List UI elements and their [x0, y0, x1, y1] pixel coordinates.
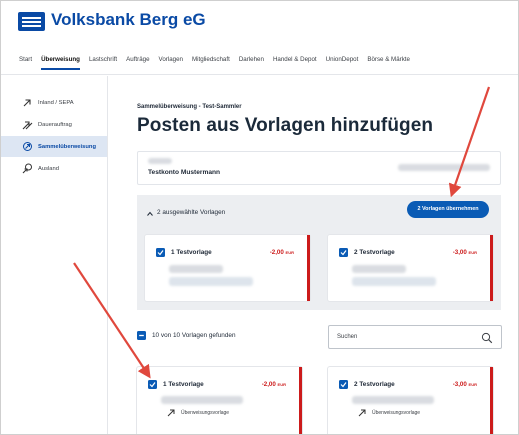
sidebar-item-label: Ausland [38, 165, 59, 172]
sidebar-item-label: Inland / SEPA [38, 99, 74, 106]
arrow-up-right-icon [358, 409, 366, 417]
card-detail-redacted [352, 277, 436, 286]
card-checkbox[interactable] [156, 248, 165, 257]
breadcrumb: Sammelüberweisung - Test-Sammler [137, 104, 242, 110]
sidebar: Inland / SEPA Dauerauftrag Sammelüberwei… [1, 76, 108, 434]
apply-templates-button[interactable]: 2 Vorlagen übernehmen [407, 201, 489, 218]
card-detail-redacted [169, 277, 253, 286]
main-nav: Start Überweisung Lastschrift Aufträge V… [19, 56, 419, 70]
card-title: 2 Testvorlage [354, 249, 395, 256]
card-title: 2 Testvorlage [354, 381, 395, 388]
card-checkbox[interactable] [339, 248, 348, 257]
collective-transfer-icon [21, 141, 33, 153]
nav-handel-depot[interactable]: Handel & Depot [273, 56, 317, 68]
card-checkbox[interactable] [339, 380, 348, 389]
selected-count-label: 2 ausgewählte Vorlagen [157, 209, 226, 216]
selected-card[interactable]: 1 Testvorlage -2,00 EUR [145, 235, 310, 301]
card-recipient-redacted [352, 396, 434, 404]
account-name: Testkonto Mustermann [148, 169, 221, 176]
card-title: 1 Testvorlage [163, 381, 204, 388]
card-title: 1 Testvorlage [171, 249, 212, 256]
card-type: Überweisungsvorlage [358, 409, 420, 417]
nav-darlehen[interactable]: Darlehen [239, 56, 264, 68]
account-iban-redacted [398, 164, 490, 171]
found-count-label: 10 von 10 Vorlagen gefunden [152, 332, 236, 339]
card-amount: -3,00 EUR [452, 249, 477, 256]
sidebar-item-ausland[interactable]: Ausland [1, 158, 107, 179]
selected-templates-panel: 2 ausgewählte Vorlagen 2 Vorlagen überne… [137, 195, 501, 310]
search-icon[interactable] [481, 331, 493, 349]
globe-transfer-icon [21, 163, 33, 175]
chevron-up-icon [147, 211, 153, 217]
sidebar-item-label: Sammelüberweisung [38, 143, 96, 150]
arrow-up-right-icon [21, 97, 33, 109]
arrow-up-right-icon [167, 409, 175, 417]
selected-toggle[interactable]: 2 ausgewählte Vorlagen [147, 209, 225, 216]
account-selector[interactable]: Testkonto Mustermann [137, 151, 501, 185]
card-type: Überweisungsvorlage [167, 409, 229, 417]
nav-boerse-maerkte[interactable]: Börse & Märkte [367, 56, 410, 68]
bank-logo[interactable] [18, 12, 45, 31]
card-recipient-redacted [352, 265, 406, 273]
nav-lastschrift[interactable]: Lastschrift [89, 56, 117, 68]
select-all-checkbox[interactable] [137, 331, 146, 340]
card-amount: -2,00 EUR [261, 381, 286, 388]
sidebar-item-dauerauftrag[interactable]: Dauerauftrag [1, 114, 107, 135]
account-label-redacted [148, 158, 172, 164]
sidebar-item-label: Dauerauftrag [38, 121, 72, 128]
repeat-arrow-icon [21, 119, 33, 131]
nav-mitgliedschaft[interactable]: Mitgliedschaft [192, 56, 230, 68]
sidebar-item-sammelueberweisung[interactable]: Sammelüberweisung [1, 136, 107, 157]
template-card[interactable]: 1 Testvorlage -2,00 EUR Überweisungsvorl… [137, 367, 302, 434]
sidebar-item-inland-sepa[interactable]: Inland / SEPA [1, 92, 107, 113]
template-card[interactable]: 2 Testvorlage -3,00 EUR Überweisungsvorl… [328, 367, 493, 434]
brand-name[interactable]: Volksbank Berg eG [51, 10, 206, 30]
search-placeholder: Suchen [337, 334, 358, 340]
found-toggle[interactable]: 10 von 10 Vorlagen gefunden [137, 331, 236, 340]
app-window: Volksbank Berg eG Start Überweisung Last… [0, 0, 519, 435]
card-recipient-redacted [161, 396, 243, 404]
selected-card[interactable]: 2 Testvorlage -3,00 EUR [328, 235, 493, 301]
nav-uniondepot[interactable]: UnionDepot [326, 56, 359, 68]
header: Volksbank Berg eG Start Überweisung Last… [1, 1, 518, 75]
card-checkbox[interactable] [148, 380, 157, 389]
nav-auftraege[interactable]: Aufträge [126, 56, 149, 68]
card-amount: -2,00 EUR [269, 249, 294, 256]
card-amount: -3,00 EUR [452, 381, 477, 388]
page-title: Posten aus Vorlagen hinzufügen [137, 115, 434, 136]
search-input[interactable]: Suchen [328, 325, 502, 349]
nav-start[interactable]: Start [19, 56, 32, 68]
nav-ueberweisung[interactable]: Überweisung [41, 56, 80, 70]
main-content: Sammelüberweisung - Test-Sammler Posten … [109, 76, 518, 434]
card-recipient-redacted [169, 265, 223, 273]
nav-vorlagen[interactable]: Vorlagen [159, 56, 183, 68]
